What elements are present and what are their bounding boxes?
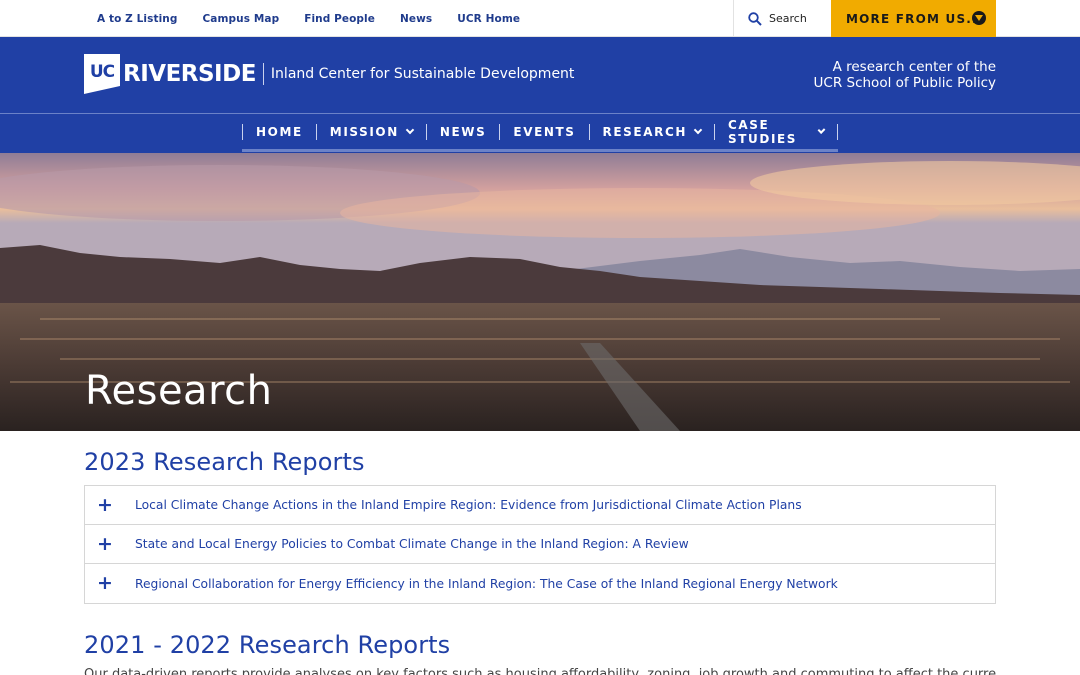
section-intro-text: Our data-driven reports provide analyses… xyxy=(84,668,996,675)
uc-badge: UC xyxy=(84,54,120,94)
main-nav: HOME MISSION NEWS EVENTS RESEARCH CASE S… xyxy=(0,113,1080,153)
logo-riverside-text: RIVERSIDE xyxy=(123,61,256,87)
accordion-item[interactable]: + State and Local Energy Policies to Com… xyxy=(85,525,995,564)
nav-item-mission[interactable]: MISSION xyxy=(315,123,426,140)
link-a-to-z[interactable]: A to Z Listing xyxy=(97,13,178,25)
chevron-down-icon xyxy=(405,125,415,134)
accordion-item-label[interactable]: Regional Collaboration for Energy Effici… xyxy=(135,577,838,591)
logo-uc-text: UC xyxy=(89,62,115,82)
accordion-item-label[interactable]: Local Climate Change Actions in the Inla… xyxy=(135,498,802,512)
nav-label-news: NEWS xyxy=(439,124,487,139)
nav-label-research: RESEARCH xyxy=(602,124,688,139)
plus-icon: + xyxy=(97,533,113,555)
page-title: Research xyxy=(85,368,273,414)
reports-accordion-2023: + Local Climate Change Actions in the In… xyxy=(84,485,996,604)
utility-links: A to Z Listing Campus Map Find People Ne… xyxy=(97,0,545,37)
logo-divider xyxy=(262,63,264,85)
more-from-us-label: MORE FROM US... xyxy=(846,11,984,26)
more-from-us-button[interactable]: MORE FROM US... xyxy=(831,0,996,37)
search-label: Search xyxy=(769,12,807,25)
hero-banner: Research xyxy=(0,153,1080,431)
header-tagline: A research center of the UCR School of P… xyxy=(814,59,996,91)
site-header: UC RIVERSIDE Inland Center for Sustainab… xyxy=(0,37,1080,113)
section-title-2023: 2023 Research Reports xyxy=(84,448,365,476)
center-name[interactable]: Inland Center for Sustainable Developmen… xyxy=(271,66,575,82)
nav-item-home[interactable]: HOME xyxy=(242,123,316,140)
nav-label-home: HOME xyxy=(256,124,303,139)
accordion-item-label[interactable]: State and Local Energy Policies to Comba… xyxy=(135,537,689,551)
accordion-item[interactable]: + Local Climate Change Actions in the In… xyxy=(85,486,995,525)
section-title-2021-2022: 2021 - 2022 Research Reports xyxy=(84,631,451,659)
plus-icon: + xyxy=(97,494,113,516)
nav-item-research[interactable]: RESEARCH xyxy=(588,123,714,140)
tagline-line-2: UCR School of Public Policy xyxy=(813,75,996,91)
link-find-people[interactable]: Find People xyxy=(304,13,375,25)
nav-item-case-studies[interactable]: CASE STUDIES xyxy=(714,118,838,146)
utility-bar: A to Z Listing Campus Map Find People Ne… xyxy=(0,0,1080,37)
search-button[interactable]: Search xyxy=(733,0,831,37)
nav-item-events[interactable]: EVENTS xyxy=(499,123,588,140)
plus-icon: + xyxy=(97,572,113,594)
search-icon xyxy=(748,11,762,26)
nav-label-events: EVENTS xyxy=(513,124,576,139)
nav-item-news[interactable]: NEWS xyxy=(425,123,500,140)
main-nav-menu: HOME MISSION NEWS EVENTS RESEARCH CASE S… xyxy=(242,114,838,152)
accordion-item[interactable]: + Regional Collaboration for Energy Effi… xyxy=(85,564,995,603)
link-news[interactable]: News xyxy=(400,13,432,25)
chevron-down-icon xyxy=(972,11,986,25)
chevron-down-icon xyxy=(817,125,826,134)
nav-label-case-studies: CASE STUDIES xyxy=(728,117,798,146)
ucr-logo[interactable]: UC RIVERSIDE Inland Center for Sustainab… xyxy=(84,54,574,94)
link-ucr-home[interactable]: UCR Home xyxy=(457,13,520,25)
link-campus-map[interactable]: Campus Map xyxy=(203,13,280,25)
nav-label-mission: MISSION xyxy=(329,124,399,139)
tagline-line-1: A research center of the xyxy=(832,59,996,75)
chevron-down-icon xyxy=(693,125,703,134)
